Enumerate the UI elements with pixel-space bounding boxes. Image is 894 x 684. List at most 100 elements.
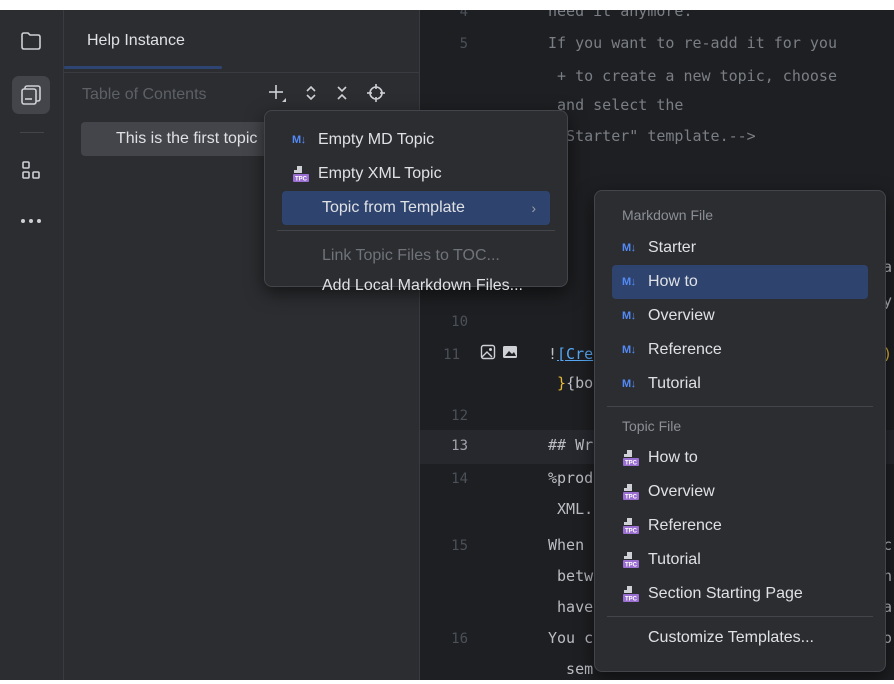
activity-separator [20,132,44,133]
menu-item-empty-md-topic[interactable]: M↓ Empty MD Topic [282,123,550,157]
expand-icon [306,85,316,101]
ide-window: Help Instance Table of Contents This is … [0,0,894,684]
tpc-file-icon: TPC [622,551,648,569]
line-number: 15 [451,538,468,554]
code-line: }{bo [557,374,594,392]
menu-item-label: Tutorial [648,551,701,568]
menu-item-label: Tutorial [648,375,701,392]
menu-item-label: Section Starting Page [648,585,803,602]
template-md-starter[interactable]: M↓ Starter [612,231,868,265]
tpc-file-icon: TPC [622,585,648,603]
template-md-tutorial[interactable]: M↓ Tutorial [612,367,868,401]
code-line: betw [548,567,594,585]
code-line: "Starter" template.--> [548,127,756,145]
toc-toolbar [267,83,386,103]
markdown-icon: M↓ [622,276,636,288]
code-line: When [548,536,585,554]
image-preview-icon[interactable] [480,344,496,360]
activity-bar [0,10,64,680]
collapse-all-button[interactable] [335,84,349,102]
section-header-markdown: Markdown File [622,207,714,223]
menu-item-label: How to [648,273,698,290]
code-line: have [548,598,594,616]
line-number: 14 [451,471,468,487]
template-submenu: Markdown File M↓ Starter M↓ How to M↓ Ov… [594,190,886,672]
menu-item-label: Topic from Template [322,199,465,216]
menu-item-topic-from-template[interactable]: Topic from Template › [282,191,550,225]
toc-label: Table of Contents [82,86,207,103]
crosshair-icon [367,84,385,102]
menu-item-label: Add Local Markdown Files... [322,277,523,294]
line-number: 11 [443,347,460,363]
toc-window-button[interactable] [12,76,50,114]
template-tpc-section-starting-page[interactable]: TPC Section Starting Page [612,577,868,611]
template-tpc-how-to[interactable]: TPC How to [612,441,868,475]
customize-templates-item[interactable]: Customize Templates... [612,621,868,655]
toc-window-icon [21,85,41,105]
image-link[interactable]: [Cre [557,345,593,363]
menu-item-label: Overview [648,483,715,500]
collapse-icon [337,86,347,100]
line-number: 12 [451,408,468,424]
svg-text:TPC: TPC [625,529,638,535]
menu-item-link-topic-files[interactable]: Link Topic Files to TOC... [282,239,550,273]
panel-divider [64,72,419,73]
markdown-icon: M↓ [622,378,636,390]
code-line: %prod [548,469,594,487]
folder-icon [21,32,41,50]
template-md-how-to[interactable]: M↓ How to [612,265,868,299]
add-topic-button[interactable] [267,83,287,103]
menu-item-label: Reference [648,517,722,534]
menu-item-add-local-markdown[interactable]: Add Local Markdown Files... [282,269,550,303]
tpc-file-icon: TPC [292,165,318,183]
tpc-file-icon: TPC [622,483,648,501]
menu-item-label: Overview [648,307,715,324]
section-header-topic: Topic File [622,418,682,434]
submenu-arrow-icon: › [531,200,536,216]
menu-item-empty-xml-topic[interactable]: TPC Empty XML Topic [282,157,550,191]
svg-text:TPC: TPC [625,563,638,569]
svg-text:TPC: TPC [625,495,638,501]
template-tpc-overview[interactable]: TPC Overview [612,475,868,509]
svg-text:TPC: TPC [295,177,308,183]
svg-text:TPC: TPC [625,597,638,603]
menu-item-label: Empty MD Topic [318,131,435,148]
code-line: + to create a new topic, choose [548,67,837,85]
structure-button[interactable] [12,151,50,189]
code-line: ## Wr [548,436,594,454]
code-line: ![Cre [548,345,594,363]
tab-underline [64,66,222,69]
markdown-icon: M↓ [622,242,636,254]
template-md-overview[interactable]: M↓ Overview [612,299,868,333]
code-line: XML. [548,500,594,518]
plus-icon [269,85,286,102]
code-line: If you want to re-add it for you [548,34,837,52]
tpc-file-icon: TPC [622,449,648,467]
menu-separator [607,616,873,617]
more-tools-button[interactable] [12,202,50,240]
menu-item-label: How to [648,449,698,466]
line-number: 16 [451,631,468,647]
template-tpc-tutorial[interactable]: TPC Tutorial [612,543,868,577]
menu-item-label: Customize Templates... [648,629,814,646]
expand-all-button[interactable] [304,84,318,102]
svg-text:TPC: TPC [625,461,638,467]
code-line: and select the [548,96,684,114]
project-button[interactable] [12,22,50,60]
add-topic-menu: M↓ Empty MD Topic TPC Empty XML Topic To… [264,110,568,294]
more-icon [21,219,41,223]
template-tpc-reference[interactable]: TPC Reference [612,509,868,543]
structure-icon [22,161,40,179]
line-number: 5 [459,36,468,52]
line-number-current: 13 [451,438,468,454]
image-icon[interactable] [502,344,518,360]
line-number: 10 [451,314,468,330]
markdown-icon: M↓ [622,310,636,322]
code-line: You c [548,629,594,647]
locate-button[interactable] [366,83,386,103]
markdown-icon: M↓ [292,134,306,146]
menu-item-label: Empty XML Topic [318,165,442,182]
menu-separator [607,406,873,407]
template-md-reference[interactable]: M↓ Reference [612,333,868,367]
tpc-file-icon: TPC [622,517,648,535]
